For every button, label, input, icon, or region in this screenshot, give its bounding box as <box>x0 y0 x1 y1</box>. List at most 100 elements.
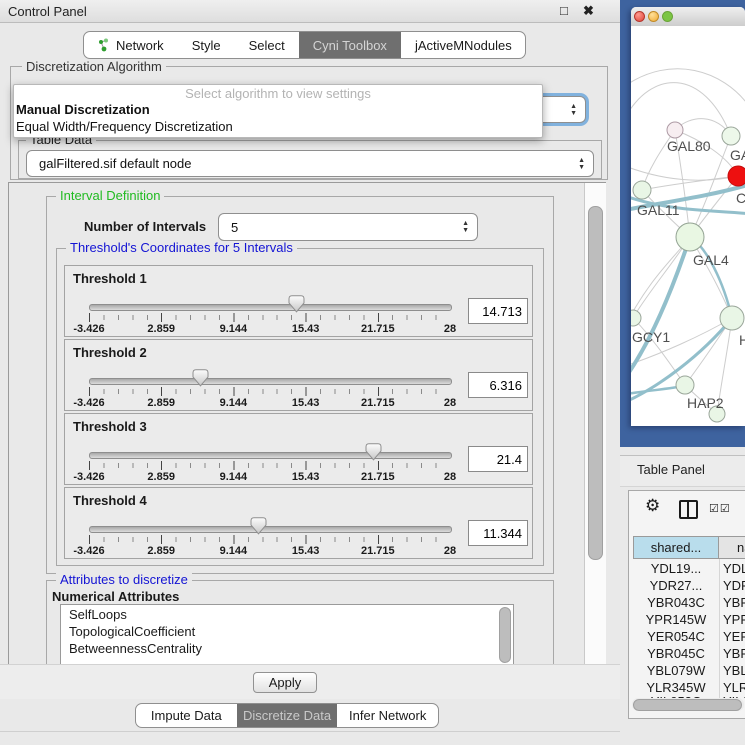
mac-zoom-button[interactable] <box>662 11 673 22</box>
tab-impute-data-label: Impute Data <box>151 708 222 723</box>
vertical-scrollbar-thumb[interactable] <box>588 206 603 560</box>
column-layout-icon[interactable] <box>679 500 698 519</box>
close-window-icon[interactable]: ✖ <box>583 3 594 19</box>
network-node-gal4[interactable] <box>676 223 704 251</box>
threshold-2-value-input[interactable] <box>468 372 528 398</box>
threshold-2-slider-thumb[interactable] <box>192 369 209 387</box>
tick-label: 15.43 <box>292 545 320 557</box>
threshold-3-value-input[interactable] <box>468 446 528 472</box>
cell-name: YDR2 <box>723 578 745 593</box>
number-of-intervals-combobox[interactable]: 5 ▲ ▼ <box>218 213 478 241</box>
interval-definition-group-title: Interval Definition <box>56 189 164 203</box>
threshold-3-slider-thumb[interactable] <box>365 443 382 461</box>
top-tab-bar: Network Style Select Cyni Toolbox jActiv… <box>83 31 526 59</box>
cell-name: YBL0 <box>723 663 745 678</box>
tab-infer-network[interactable]: Infer Network <box>337 704 438 727</box>
algorithm-dropdown-popup: Select algorithm to view settings Manual… <box>13 84 543 138</box>
dropdown-option-manual[interactable]: Manual Discretization <box>16 102 150 117</box>
attributes-listbox[interactable]: SelfLoops TopologicalCoefficient Between… <box>60 604 514 666</box>
cell-shared: YBL079W <box>633 663 719 678</box>
bottom-divider <box>0 731 620 732</box>
gear-icon[interactable]: ⚙ <box>645 496 660 516</box>
threshold-4-slider-track[interactable] <box>89 526 452 533</box>
tick-label: -3.426 <box>73 545 104 557</box>
tick-labels: -3.426 2.859 9.144 15.43 21.715 28 <box>89 545 450 557</box>
number-of-intervals-label: Number of Intervals <box>84 219 206 234</box>
mac-minimize-button[interactable] <box>648 11 659 22</box>
network-node-gal11[interactable] <box>633 181 651 199</box>
network-node-red-selected[interactable] <box>728 166 745 186</box>
threshold-2-slider-track[interactable] <box>89 378 452 385</box>
node-label-c: C <box>736 190 745 206</box>
tab-cyni-toolbox[interactable]: Cyni Toolbox <box>299 32 401 58</box>
cell-name: YBR0 <box>723 595 745 610</box>
horizontal-scrollbar-track[interactable] <box>632 698 744 711</box>
table-data-combobox[interactable]: galFiltered.sif default node ▲ ▼ <box>26 150 594 177</box>
node-label-h: H <box>739 332 745 348</box>
tick-label: 28 <box>444 323 456 335</box>
network-node-hap2[interactable] <box>676 376 694 394</box>
threshold-1-slider-track[interactable] <box>89 304 452 311</box>
network-node-ga[interactable] <box>722 127 740 145</box>
threshold-1-slider-thumb[interactable] <box>288 295 305 313</box>
checkbox-columns-icon[interactable]: ☑☑ <box>709 502 731 515</box>
spinner-icon: ▲ ▼ <box>578 157 593 171</box>
threshold-4-value-input[interactable] <box>468 520 528 546</box>
tick-label: 9.144 <box>220 545 248 557</box>
table-row[interactable]: YBR045CYBR0 <box>629 646 745 663</box>
tab-impute-data[interactable]: Impute Data <box>136 704 237 727</box>
network-node-h[interactable] <box>720 306 744 330</box>
node-label-gcy1: GCY1 <box>632 329 670 345</box>
numerical-attributes-heading: Numerical Attributes <box>52 589 179 604</box>
table-row[interactable]: YDR27... YDR2 <box>629 578 745 595</box>
tick-marks <box>89 461 450 470</box>
network-window: GAL80 GA C GAL11 GAL4 GCY1 H HAP2 <box>631 7 745 426</box>
network-node-gal80[interactable] <box>667 122 683 138</box>
threshold-2-label: Threshold 2 <box>73 345 147 360</box>
dropdown-placeholder: Select algorithm to view settings <box>14 86 542 101</box>
tick-label: 15.43 <box>292 323 320 335</box>
algorithm-group-title: Discretization Algorithm <box>22 60 166 74</box>
network-window-titlebar[interactable] <box>631 7 745 27</box>
table-row[interactable]: YDL19...YDL1 <box>629 561 745 578</box>
cell-shared: YPR145W <box>633 612 719 627</box>
network-icon <box>98 38 110 52</box>
table-row[interactable]: YBL079W YBL0 <box>629 663 745 680</box>
tick-label: 9.144 <box>220 323 248 335</box>
apply-button[interactable]: Apply <box>253 672 317 693</box>
column-header-name[interactable]: na <box>718 536 745 559</box>
tab-select[interactable]: Select <box>235 32 299 58</box>
column-header-shared[interactable]: shared... <box>633 536 719 559</box>
network-node-gcy1[interactable] <box>631 310 641 326</box>
list-item[interactable]: SelfLoops <box>69 607 127 624</box>
table-row[interactable]: YER054CYER0 <box>629 629 745 646</box>
horizontal-scrollbar-thumb[interactable] <box>633 699 742 711</box>
network-canvas[interactable]: GAL80 GA C GAL11 GAL4 GCY1 H HAP2 <box>631 26 745 426</box>
table-row[interactable]: YBR043CYBR0 <box>629 595 745 612</box>
dropdown-option-equal-width[interactable]: Equal Width/Frequency Discretization <box>16 119 233 134</box>
tick-marks <box>89 535 450 544</box>
tab-style[interactable]: Style <box>178 32 235 58</box>
table-panel-title: Table Panel <box>637 462 705 477</box>
tab-jactivemnodules[interactable]: jActiveMNodules <box>401 32 526 58</box>
tab-discretize-data[interactable]: Discretize Data <box>237 704 338 727</box>
tab-network[interactable]: Network <box>84 32 178 58</box>
threshold-2-panel: Threshold 2 -3.426 2.859 9.144 15.43 21.… <box>64 339 533 411</box>
list-scrollbar-thumb[interactable] <box>499 607 511 663</box>
list-item[interactable]: TopologicalCoefficient <box>69 624 195 641</box>
list-item[interactable]: BetweennessCentrality <box>69 641 202 658</box>
tick-label: 2.859 <box>147 397 175 409</box>
threshold-1-value-input[interactable] <box>468 298 528 324</box>
cell-name: YER0 <box>723 629 745 644</box>
threshold-4-slider-thumb[interactable] <box>250 517 267 535</box>
table-row[interactable]: YPR145WYPR1 <box>629 612 745 629</box>
float-window-icon[interactable]: □ <box>560 3 568 18</box>
node-label-gal11: GAL11 <box>637 202 680 218</box>
threshold-3-slider-track[interactable] <box>89 452 452 459</box>
tick-label: -3.426 <box>73 397 104 409</box>
cell-shared: YDR27... <box>633 578 719 593</box>
bottom-tab-bar: Impute Data Discretize Data Infer Networ… <box>135 703 439 728</box>
vertical-scrollbar-track[interactable] <box>584 183 606 667</box>
tick-label: 28 <box>444 397 456 409</box>
mac-close-button[interactable] <box>634 11 645 22</box>
